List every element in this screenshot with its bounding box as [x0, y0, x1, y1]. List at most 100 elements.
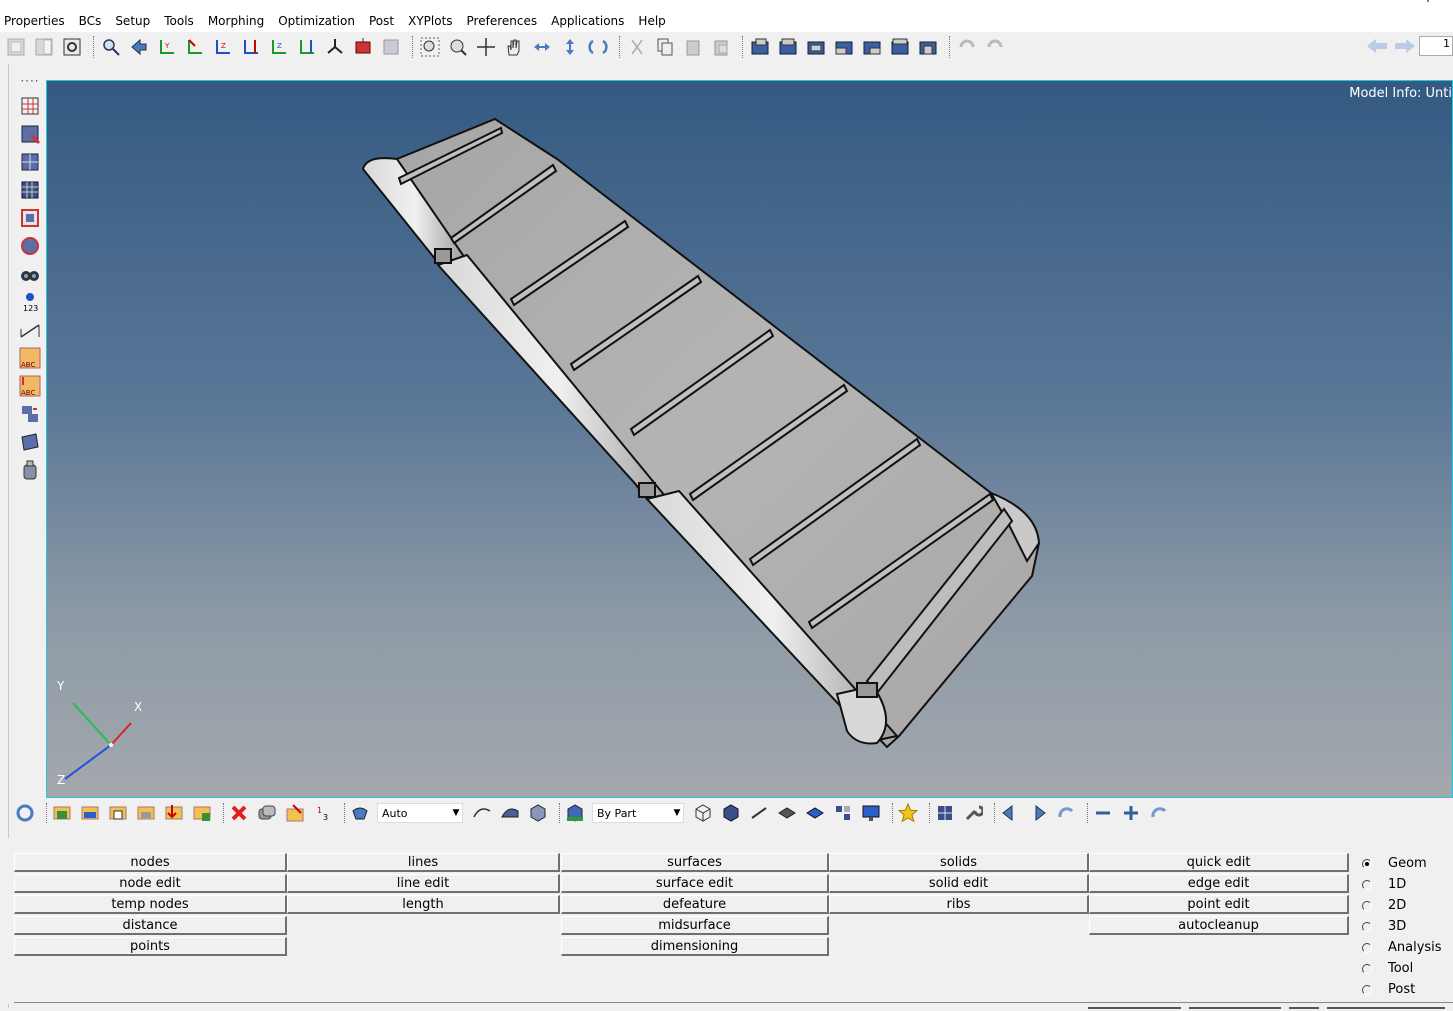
zoom-fit-icon[interactable] — [446, 35, 470, 59]
view-xy-bottom-icon[interactable] — [183, 35, 207, 59]
radio-analysis[interactable]: Analysis — [1362, 937, 1453, 958]
panel-button-surface-edit[interactable]: surface edit — [561, 874, 829, 893]
display-monitor-icon[interactable] — [860, 802, 882, 824]
session-view1-icon[interactable] — [748, 35, 772, 59]
menu-post[interactable]: Post — [369, 14, 394, 28]
wrench-icon[interactable] — [962, 802, 984, 824]
pan-vertical-icon[interactable] — [558, 35, 582, 59]
page-number-field[interactable]: 1 — [1419, 36, 1453, 56]
reverse-icon[interactable] — [163, 802, 185, 824]
panel-button-distance[interactable]: distance — [14, 916, 287, 935]
restore-view-icon[interactable] — [379, 35, 403, 59]
radio-tool[interactable]: Tool — [1362, 958, 1453, 979]
hide-icon[interactable] — [135, 802, 157, 824]
radio-2d[interactable]: 2D — [1362, 895, 1453, 916]
radio-3d[interactable]: 3D — [1362, 916, 1453, 937]
session-view7-icon[interactable] — [916, 35, 940, 59]
session-view2-icon[interactable] — [776, 35, 800, 59]
renumber-icon[interactable]: 13 — [312, 802, 334, 824]
paste-special-icon[interactable] — [709, 35, 733, 59]
refresh-icon[interactable] — [14, 802, 36, 824]
view-yz-right-icon[interactable] — [295, 35, 319, 59]
session-view4-icon[interactable] — [832, 35, 856, 59]
panel-button-quick-edit[interactable]: quick edit — [1089, 853, 1349, 872]
menu-tools[interactable]: Tools — [164, 14, 194, 28]
panel-button-node-edit[interactable]: node edit — [14, 874, 287, 893]
zoom-magnifier-icon[interactable] — [99, 35, 123, 59]
panel-button-solids[interactable]: solids — [829, 853, 1089, 872]
3d-element-icon[interactable] — [804, 802, 826, 824]
2d-element-icon[interactable] — [776, 802, 798, 824]
label-abc-alt-icon[interactable]: ABC — [17, 374, 43, 398]
numbers-icon[interactable]: 123 — [17, 290, 43, 314]
radio-1d[interactable]: 1D — [1362, 874, 1453, 895]
open-model-icon[interactable] — [32, 35, 56, 59]
menu-setup[interactable]: Setup — [115, 14, 150, 28]
copy-icon[interactable] — [653, 35, 677, 59]
menu-bcs[interactable]: BCs — [79, 14, 102, 28]
redo-icon[interactable] — [983, 35, 1007, 59]
redo-curve-icon[interactable] — [1148, 802, 1170, 824]
save-model-icon[interactable] — [60, 35, 84, 59]
panel-button-midsurface[interactable]: midsurface — [561, 916, 829, 935]
session-view6-icon[interactable] — [888, 35, 912, 59]
menu-preferences[interactable]: Preferences — [467, 14, 538, 28]
mask-icon[interactable] — [17, 122, 43, 146]
menu-morphing[interactable]: Morphing — [208, 14, 264, 28]
panel-button-defeature[interactable]: defeature — [561, 895, 829, 914]
favorites-star-icon[interactable] — [897, 802, 919, 824]
1d-element-icon[interactable] — [748, 802, 770, 824]
shaded-mesh-icon[interactable] — [720, 802, 742, 824]
elements-2d-icon[interactable] — [17, 150, 43, 174]
wing-model[interactable] — [47, 81, 1453, 798]
wireframe-icon[interactable] — [692, 802, 714, 824]
organize-icon[interactable] — [256, 802, 278, 824]
elements-3d-icon[interactable] — [17, 178, 43, 202]
binoculars-icon[interactable] — [17, 262, 43, 286]
isolate-icon[interactable] — [107, 802, 129, 824]
show-icon[interactable] — [79, 802, 101, 824]
view-xz-top-icon[interactable]: Z — [211, 35, 235, 59]
mass-weight-icon[interactable] — [17, 458, 43, 482]
find-attached-icon[interactable] — [17, 234, 43, 258]
surface-plane-icon[interactable] — [17, 430, 43, 454]
color-by-part-icon[interactable] — [564, 802, 586, 824]
zoom-window-icon[interactable] — [418, 35, 442, 59]
display-mesh-icon[interactable] — [17, 94, 43, 118]
fe-overlay-icon[interactable] — [832, 802, 854, 824]
color-mode-dropdown[interactable]: By Part ▼ — [592, 803, 684, 823]
session-view3-icon[interactable] — [804, 35, 828, 59]
undo-icon[interactable] — [955, 35, 979, 59]
panel-button-autocleanup[interactable]: autocleanup — [1089, 916, 1349, 935]
pan-hand-icon[interactable] — [502, 35, 526, 59]
panel-button-nodes[interactable]: nodes — [14, 853, 287, 872]
session-view5-icon[interactable] — [860, 35, 884, 59]
menu-properties[interactable]: Properties — [4, 14, 65, 28]
graphics-viewport[interactable]: Model Info: Unti Y X Z — [46, 80, 1453, 798]
nav-forward-icon[interactable] — [1394, 38, 1416, 57]
label-abc-icon[interactable]: ABC — [17, 346, 43, 370]
show-all-icon[interactable] — [51, 802, 73, 824]
component-manage-icon[interactable] — [284, 802, 306, 824]
view-xy-top-icon[interactable]: Y — [155, 35, 179, 59]
undo-curve-icon[interactable] — [1055, 802, 1077, 824]
panel-button-line-edit[interactable]: line edit — [287, 874, 560, 893]
plus-icon[interactable] — [1120, 802, 1142, 824]
panel-button-surfaces[interactable]: surfaces — [561, 853, 829, 872]
nav-back-icon[interactable] — [1366, 38, 1388, 57]
menu-optimization[interactable]: Optimization — [278, 14, 355, 28]
menu-xyplots[interactable]: XYPlots — [408, 14, 452, 28]
view-xz-bottom-icon[interactable] — [239, 35, 263, 59]
clipping-plane-icon[interactable] — [934, 802, 956, 824]
panel-button-ribs[interactable]: ribs — [829, 895, 1089, 914]
view-user-icon[interactable] — [351, 35, 375, 59]
view-isometric-icon[interactable] — [323, 35, 347, 59]
rotate-icon[interactable] — [586, 35, 610, 59]
shell-mesh-icon[interactable] — [17, 206, 43, 230]
panel-button-points[interactable]: points — [14, 937, 287, 956]
measure-distance-icon[interactable] — [17, 318, 43, 342]
radio-post[interactable]: Post — [1362, 979, 1453, 1000]
solid-shaded-icon[interactable] — [527, 802, 549, 824]
panel-button-temp-nodes[interactable]: temp nodes — [14, 895, 287, 914]
geometry-color-icon[interactable] — [471, 802, 493, 824]
